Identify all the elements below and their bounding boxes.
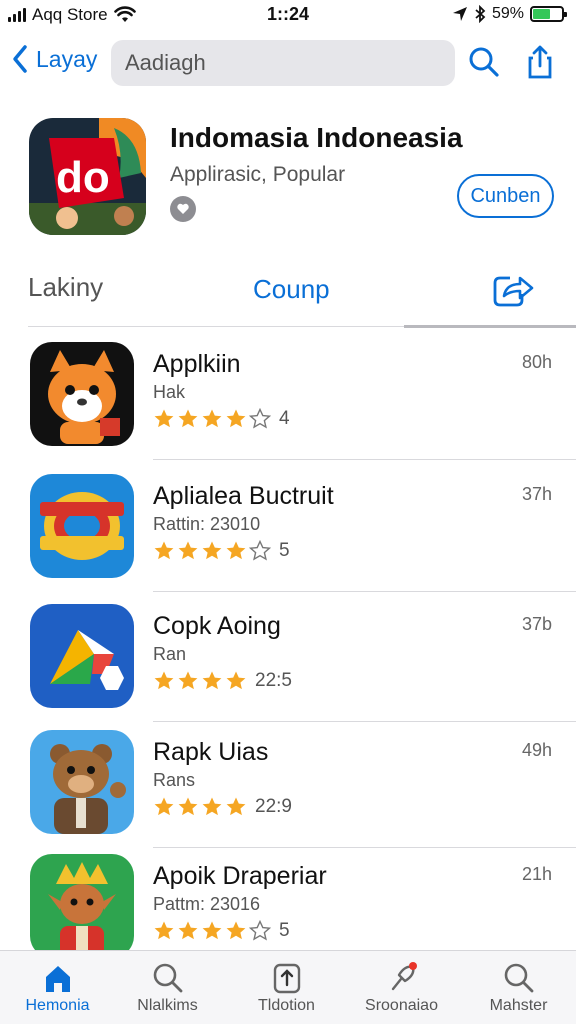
fox-icon: [30, 342, 134, 446]
star-filled-icon: [202, 541, 222, 560]
location-arrow-icon: [452, 7, 467, 21]
featured-icon-text: do: [56, 153, 110, 202]
get-button[interactable]: Cunben: [457, 174, 554, 218]
tab-label: Nlalkims: [137, 997, 198, 1014]
tab-left[interactable]: Lakiny: [28, 272, 103, 303]
rating-value: 5: [279, 920, 290, 941]
tab-label: Mahster: [489, 997, 548, 1014]
app-sub: Ran: [153, 644, 187, 664]
back-label: Layay: [36, 45, 98, 72]
star-filled-icon: [202, 671, 222, 690]
tab-indicator: [404, 325, 576, 328]
search-input[interactable]: Aadiagh: [111, 40, 455, 86]
heart-icon: [170, 196, 196, 222]
star-filled-icon: [178, 797, 198, 816]
rating-value: 22:5: [255, 670, 292, 691]
rating-value: 5: [279, 540, 290, 561]
star-filled-icon: [154, 797, 174, 816]
app-sub: Hak: [153, 382, 186, 402]
bear-icon: [30, 730, 134, 834]
star-filled-icon: [226, 541, 246, 560]
star-filled-icon: [178, 409, 198, 428]
star-filled-icon: [178, 921, 198, 940]
app-name: Apoik Draperiar: [153, 862, 327, 890]
tab-middle[interactable]: Counp: [253, 274, 330, 305]
star-rating: 22:9: [153, 796, 292, 818]
app-time: 49h: [521, 740, 552, 760]
star-filled-icon: [226, 671, 246, 690]
star-rating: 4: [153, 408, 290, 430]
tab-label: Tldotion: [258, 997, 315, 1014]
tab-search[interactable]: Nlalkims: [110, 951, 225, 1024]
list-item[interactable]: Rapk Uias Rans 22:9 49h: [0, 718, 576, 848]
tab-pin[interactable]: Sroonaiao: [344, 951, 459, 1024]
star-filled-icon: [154, 541, 174, 560]
star-filled-icon: [154, 409, 174, 428]
battery-percent: 59%: [491, 5, 524, 22]
tab-upload[interactable]: Tldotion: [229, 951, 344, 1024]
app-name: Aplialea Buctruit: [153, 482, 334, 510]
upload-icon: [273, 963, 300, 994]
app-title: Indomasia Indoneasia: [170, 122, 463, 153]
app-sub: Rans: [153, 770, 196, 790]
tab-master[interactable]: Mahster: [461, 951, 576, 1024]
share-icon[interactable]: [522, 44, 558, 80]
star-rating: 5: [153, 920, 290, 942]
app-time: 37h: [521, 484, 552, 504]
star-filled-icon: [154, 671, 174, 690]
list-item[interactable]: Copk Aoing Ran 22:5 37b: [0, 592, 576, 722]
tab-bar: Hemonia Nlalkims Tldotion Sroonaiao Mahs…: [0, 950, 576, 1024]
list-item[interactable]: Aplialea Buctruit Rattin: 23010 5 37h: [0, 462, 576, 592]
app-name: Applkiin: [153, 350, 241, 378]
star-filled-icon: [226, 921, 246, 940]
battery-icon: [530, 6, 567, 22]
star-filled-icon: [226, 797, 246, 816]
chevron-left-icon: [13, 45, 27, 73]
list-item[interactable]: Applkiin Hak 4 80h: [0, 330, 576, 460]
tab-label: Hemonia: [25, 997, 90, 1014]
app-sub: Pattm: 23016: [153, 894, 261, 914]
bluetooth-icon: [475, 5, 486, 23]
star-filled-icon: [202, 921, 222, 940]
star-empty-icon: [249, 920, 271, 941]
app-time: 37b: [521, 614, 552, 634]
rating-value: 22:9: [255, 796, 292, 817]
back-button[interactable]: Layay: [10, 44, 97, 74]
nav-bar: Layay Aadiagh: [0, 38, 576, 88]
rating-value: 4: [279, 408, 290, 429]
row-divider: [153, 459, 576, 460]
star-rating: 5: [153, 540, 290, 562]
home-icon: [45, 966, 70, 992]
star-filled-icon: [226, 409, 246, 428]
segment-tabs: Lakiny Counp: [0, 264, 576, 326]
logo-badge-icon: [30, 474, 134, 578]
star-empty-icon: [249, 408, 271, 429]
star-empty-icon: [249, 540, 271, 561]
star-filled-icon: [178, 541, 198, 560]
status-bar: Aqq Store 1::24 59%: [0, 0, 576, 30]
star-filled-icon: [154, 921, 174, 940]
tab-label: Sroonaiao: [365, 997, 438, 1014]
elf-icon: [30, 854, 134, 958]
star-rating: 22:5: [153, 670, 292, 692]
status-right: 59%: [452, 5, 567, 23]
app-name: Rapk Uias: [153, 738, 269, 766]
star-filled-icon: [178, 671, 198, 690]
star-filled-icon: [202, 409, 222, 428]
search-icon: [504, 963, 533, 993]
app-name: Copk Aoing: [153, 612, 281, 640]
star-filled-icon: [202, 797, 222, 816]
app-time: 21h: [521, 864, 552, 884]
featured-app-icon[interactable]: do: [29, 118, 146, 235]
play-shape-icon: [30, 604, 134, 708]
pin-icon: [391, 962, 417, 991]
app-sub: Rattin: 23010: [153, 514, 261, 534]
app-subtitle: Applirasic, Popular: [170, 163, 346, 186]
app-time: 80h: [521, 352, 552, 372]
share-arrow-icon[interactable]: [490, 270, 536, 310]
search-icon: [153, 963, 182, 993]
tab-home[interactable]: Hemonia: [0, 951, 115, 1024]
search-icon[interactable]: [466, 44, 502, 80]
